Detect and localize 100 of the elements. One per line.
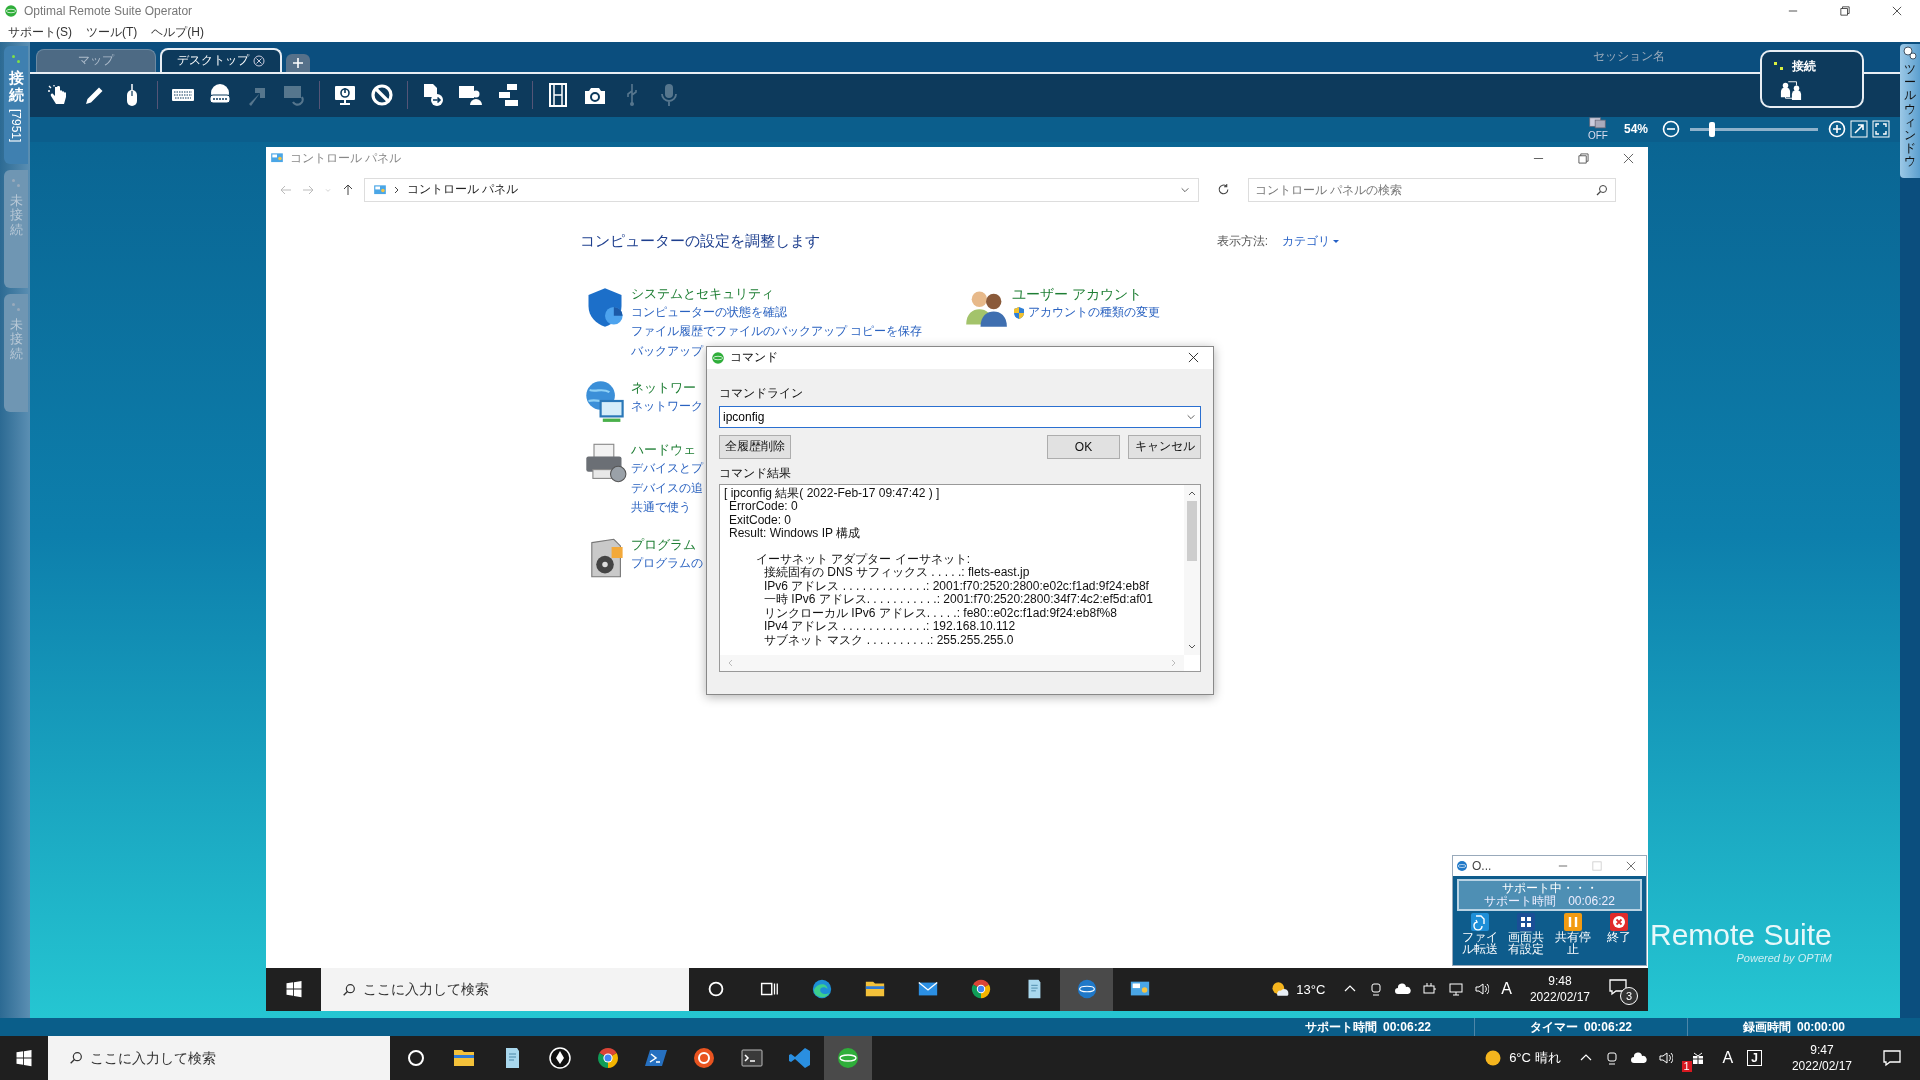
app-logo-icon [4,4,18,18]
speaker-icon[interactable] [1475,982,1490,997]
menu-item[interactable]: ツール(T) [86,23,138,41]
command-combobox[interactable]: ipconfig [719,405,1201,428]
caret-icon[interactable] [1332,237,1340,246]
category-link[interactable]: ネットワーク [631,397,703,417]
menu-item[interactable]: ヘルプ(H) [151,23,204,41]
category-link[interactable]: アカウントの種類の変更 [1028,302,1160,323]
webcam-icon[interactable] [1604,1051,1619,1065]
cloud-icon[interactable] [1630,1050,1647,1066]
scroll-thumb[interactable] [1187,500,1197,561]
notification-icon[interactable] [1608,977,1628,998]
result-line: 接続固有の DNS サフィックス . . . . .: flets-east.jp [763,566,1031,580]
clear-history-button[interactable]: 全履歴削除 [719,434,791,459]
tray-badge: 1 [1681,1061,1692,1072]
view-by-dropdown[interactable]: カテゴリ [1282,232,1330,250]
connection-panel[interactable]: 接続 [1760,50,1864,108]
address-bar[interactable]: コントロール パネル [364,177,1199,202]
backdrop-title: Remote Suite [1650,917,1832,952]
prohibit-icon[interactable] [370,83,394,108]
close-icon[interactable] [1188,352,1199,364]
view-tab[interactable]: デスクトップ [160,47,282,72]
status-dots-icon [11,302,21,312]
action-button[interactable]: 共有停止 [1549,912,1596,956]
category-link[interactable]: コンピューターの状態を確認 [631,302,923,323]
close-icon[interactable] [1892,6,1902,16]
status-value: 00:06:22 [1583,1020,1632,1034]
category-title[interactable]: ハードウェ [631,441,703,460]
result-line: [ ipconfig 結果( 2022-Feb-17 09:47:42 ) ] [723,486,941,501]
taskbar-app-button[interactable] [1060,967,1113,1011]
dialog-title: コマンド [730,349,778,367]
input-mode-indicator[interactable]: J [1747,1050,1762,1066]
result-line: ExitCode: 0 [728,513,793,528]
status-dots-icon [11,54,21,64]
add-tab-button[interactable] [286,53,310,72]
search-field[interactable]: ここに入力して検索 [321,967,689,1011]
film-icon[interactable] [546,83,570,108]
monitor-power-icon[interactable] [333,83,357,108]
close-icon[interactable] [1623,152,1634,164]
category-title[interactable]: ユーザー アカウント [1012,284,1160,303]
category-link[interactable]: デバイスの追 [631,478,703,499]
ime-indicator[interactable]: A [1501,980,1512,999]
refresh-icon[interactable] [1217,183,1230,197]
code-editor-icon [788,1046,812,1070]
person-window-icon[interactable] [458,83,482,108]
tool-window-tab[interactable]: ツールウィンドウ [1900,44,1920,178]
category-link[interactable]: プログラムの [631,553,703,574]
category-title[interactable]: ネットワー [631,379,703,398]
search-icon[interactable] [1596,183,1608,196]
gift-icon[interactable] [1690,1051,1705,1065]
search-field[interactable]: コントロール パネルの検索 [1248,177,1616,202]
action-button[interactable]: 終了 [1596,912,1642,956]
clock[interactable]: 9:47 2022/02/17 [1791,1042,1852,1074]
globe-monitor-icon [583,379,627,424]
fullscreen-icon[interactable] [1872,120,1890,139]
category-link[interactable]: ファイル履歴でファイルのバックアップ コピーを保存 [631,322,923,342]
zoom-out-icon[interactable] [1662,120,1680,139]
terminal-icon [740,1046,764,1070]
scroll-down-icon[interactable] [1188,642,1196,651]
window-title: O... [1472,858,1492,873]
ok-button[interactable]: OK [1047,434,1120,459]
category-link[interactable]: 共通で使う [631,498,703,518]
status-dots-icon [1774,61,1784,72]
start-icon[interactable] [14,1048,34,1068]
restore-icon[interactable] [1578,152,1589,164]
menu-item[interactable]: サポート(S) [8,23,72,41]
close-tab-icon[interactable] [253,54,265,67]
action-button[interactable]: 画面共有設定 [1503,912,1550,956]
category-title[interactable]: プログラム [631,535,703,554]
result-line: IPv6 アドレス . . . . . . . . . . . . .: 2001:f70:2520:2800:e02c:f1ad:9f24:eb8f [763,579,1150,593]
zoom-in-icon[interactable] [1828,120,1846,139]
display-off-toggle[interactable]: OFF [1587,117,1608,142]
taskbar-app-button[interactable] [824,1036,872,1080]
start-icon[interactable] [284,979,304,1000]
scrollbar[interactable] [1184,484,1200,655]
ime-indicator[interactable]: A [1722,1049,1734,1067]
expand-icon[interactable] [1850,120,1868,139]
document-arrow-icon[interactable] [421,83,445,108]
category-link[interactable]: デバイスとプ [631,459,703,479]
webcam-icon[interactable] [1369,982,1384,997]
up-icon[interactable] [342,183,354,196]
field-label: コマンド結果 [719,464,792,482]
speaker-icon[interactable] [1658,1051,1673,1065]
plug-icon[interactable] [1423,982,1438,997]
notification-icon[interactable] [1882,1048,1902,1068]
maximize-icon[interactable] [1840,6,1850,16]
backdrop-subtitle: Powered by OPTiM [1736,951,1832,964]
chevron-right-icon [393,185,401,194]
slider-thumb[interactable] [1708,121,1715,137]
category-title[interactable]: システムとセキュリティ [631,284,923,303]
control-panel-icon [373,182,387,197]
clock[interactable]: 9:48 2022/02/17 [1529,973,1590,1006]
network-icon[interactable] [1449,982,1464,997]
connection-label: 接続 [1792,58,1816,75]
status-dots-icon [11,178,21,188]
search-field[interactable]: ここに入力して検索 [48,1036,390,1080]
session-tab[interactable]: 接続 [7951] [4,46,28,164]
plus-icon [292,56,304,69]
cancel-button[interactable]: キャンセル [1128,434,1201,459]
action-button[interactable]: ファイル転送 [1457,912,1503,956]
